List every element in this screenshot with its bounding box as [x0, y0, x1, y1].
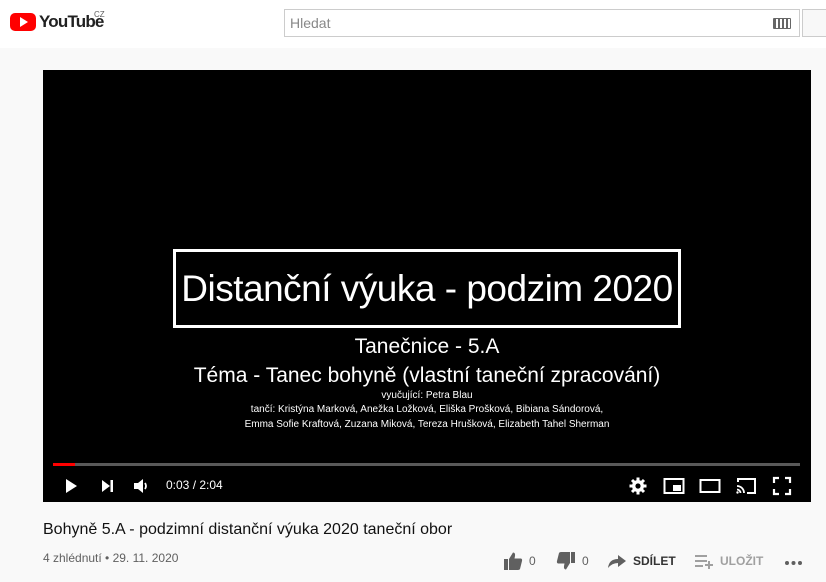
- progress-played: [53, 463, 76, 466]
- video-player[interactable]: Distanční výuka - podzim 2020 Tanečnice …: [43, 70, 811, 502]
- save-label: ULOŽIT: [720, 554, 764, 568]
- keyboard-icon[interactable]: [773, 18, 791, 29]
- share-button[interactable]: SDÍLET: [607, 550, 676, 572]
- volume-icon: [134, 479, 147, 493]
- share-label: SDÍLET: [633, 554, 676, 568]
- mute-button[interactable]: [129, 474, 153, 498]
- player-controls: 0:03 / 2:04: [43, 470, 811, 502]
- more-horizontal-icon: [785, 561, 802, 565]
- fullscreen-button[interactable]: [770, 474, 794, 498]
- next-button[interactable]: [95, 474, 119, 498]
- save-button[interactable]: ULOŽIT: [694, 550, 763, 572]
- dislike-count: 0: [582, 554, 589, 568]
- slide-teacher: vyučující: Petra Blau: [381, 390, 473, 401]
- theater-mode-button[interactable]: [698, 474, 722, 498]
- thumbs-down-icon: [556, 552, 575, 570]
- play-logo-icon: [10, 13, 36, 31]
- more-actions-button[interactable]: [784, 550, 804, 572]
- time-display: 0:03 / 2:04: [166, 478, 223, 492]
- youtube-logo[interactable]: YouTube CZ: [10, 10, 105, 32]
- slide-title-box: Distanční výuka - podzim 2020: [173, 249, 681, 328]
- like-button[interactable]: 0: [503, 550, 536, 572]
- slide-dancers-2: Emma Sofie Kraftová, Zuzana Miková, Tere…: [244, 419, 610, 430]
- search-box: [284, 9, 800, 37]
- cast-icon: [736, 478, 756, 494]
- slide-class: Tanečnice - 5.A: [354, 335, 500, 358]
- search-input[interactable]: [290, 15, 760, 31]
- masthead: YouTube CZ: [0, 0, 826, 48]
- country-code: CZ: [94, 10, 105, 19]
- settings-button[interactable]: [626, 474, 650, 498]
- theater-mode-icon: [699, 479, 721, 493]
- play-button[interactable]: [59, 474, 83, 498]
- slide-theme: Téma - Tanec bohyně (vlastní taneční zpr…: [193, 364, 661, 387]
- fullscreen-icon: [772, 476, 792, 496]
- play-icon: [66, 479, 77, 493]
- playlist-add-icon: [695, 555, 713, 569]
- video-title: Bohyně 5.A - podzimní distanční výuka 20…: [43, 521, 453, 538]
- miniplayer-button[interactable]: [662, 474, 686, 498]
- slide-title: Distanční výuka - podzim 2020: [181, 267, 673, 309]
- slide-dancers-1: tančí: Kristýna Marková, Anežka Ložková,…: [250, 404, 604, 415]
- dislike-button[interactable]: 0: [556, 550, 589, 572]
- skip-next-icon: [102, 480, 113, 492]
- like-count: 0: [529, 554, 536, 568]
- progress-bar[interactable]: [53, 463, 800, 466]
- views-and-date: 4 zhlédnutí • 29. 11. 2020: [43, 551, 179, 565]
- gear-icon: [629, 477, 647, 495]
- thumbs-up-icon: [504, 552, 523, 570]
- share-icon: [608, 555, 626, 568]
- miniplayer-icon: [663, 478, 685, 494]
- search-button[interactable]: [802, 9, 826, 37]
- cast-button[interactable]: [734, 474, 758, 498]
